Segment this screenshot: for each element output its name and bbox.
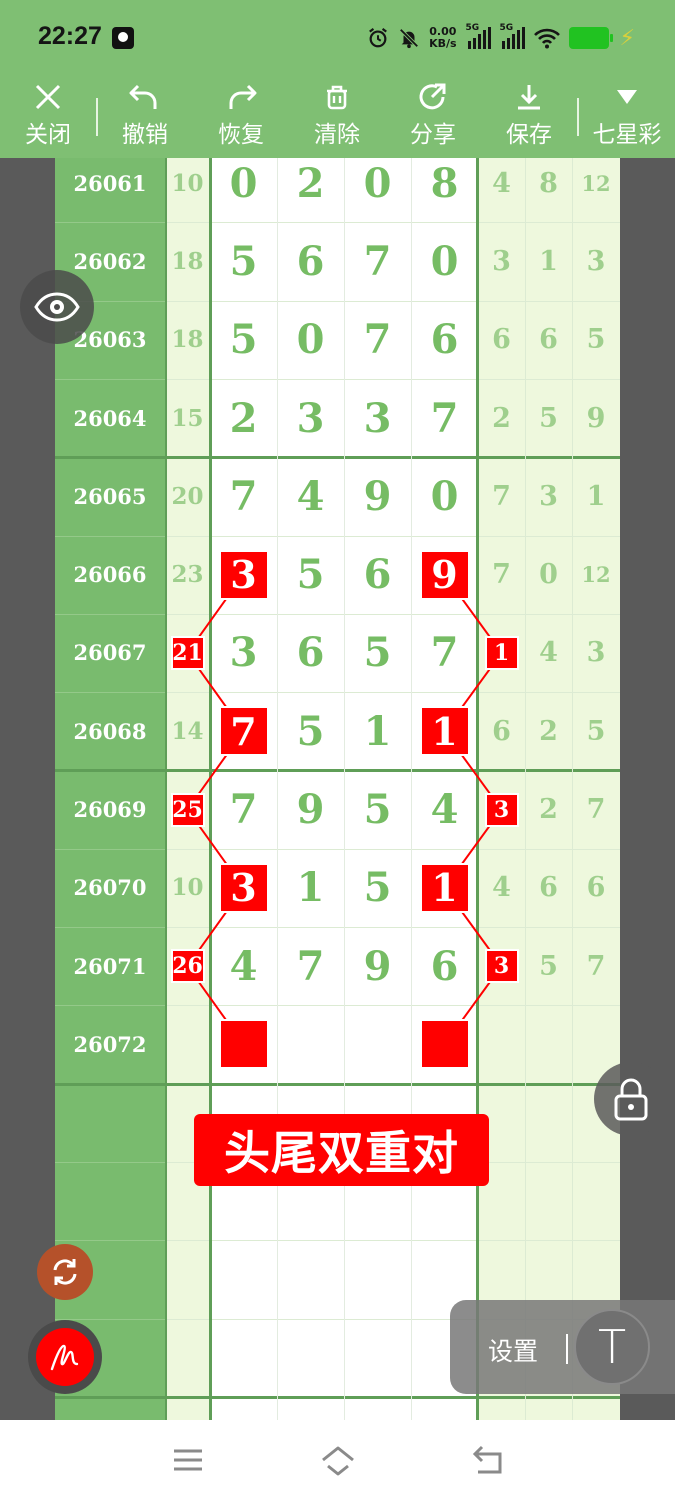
rotate-icon [53, 1259, 77, 1285]
close-button[interactable]: 关闭 [8, 76, 88, 158]
toolbar-divider [96, 98, 98, 136]
undo-button[interactable]: 撤销 [105, 76, 185, 158]
highlight-marker: 3 [484, 949, 519, 984]
highlight-marker: 3 [218, 862, 269, 913]
highlight-marker: 21 [170, 635, 205, 670]
save-button[interactable]: 保存 [489, 76, 569, 158]
toolbar-divider [577, 98, 579, 136]
lock-icon [614, 1078, 648, 1121]
settings-button[interactable]: 设置 [488, 1332, 538, 1368]
battery-icon [568, 27, 613, 49]
pattern-links [186, 574, 503, 1046]
status-icons: 0.00 KB/s 5G 5G ⚡ [367, 20, 635, 56]
toolbar: 关闭 撤销 恢复 清除 分享 保存 七星彩 [0, 76, 675, 158]
triangle-down-icon [617, 90, 637, 104]
lottery-grid[interactable]: 26061 10 0 2 0 8 4 8 12 26062 18 5 6 7 0 3 1 3 26063 18 5 0 7 6… [55, 158, 620, 1420]
highlight-marker: 1 [419, 862, 470, 913]
charging-icon: ⚡ [619, 25, 635, 51]
status-time: 22:27 [38, 22, 102, 50]
back-icon[interactable] [470, 1442, 506, 1478]
sim1-label: 5G [465, 23, 480, 33]
menu-icon[interactable] [170, 1442, 206, 1478]
sim2-label: 5G [499, 23, 514, 33]
undo-label: 撤销 [122, 122, 168, 148]
eye-toggle-button[interactable] [20, 270, 94, 344]
navigation-bar [0, 1420, 675, 1500]
settings-panel: 设置 T [450, 1300, 675, 1394]
highlight-marker: 25 [170, 792, 205, 827]
share-label: 分享 [410, 122, 456, 148]
signal-sim1-icon: 5G [466, 23, 491, 49]
trash-icon [327, 85, 347, 110]
net-speed: 0.00 KB/s [429, 26, 456, 50]
close-icon [35, 84, 61, 110]
highlight-marker: 3 [484, 792, 519, 827]
highlight-marker: 26 [170, 949, 205, 984]
home-icon[interactable] [320, 1442, 356, 1478]
lock-button[interactable] [594, 1062, 668, 1136]
signal-sim2-icon: 5G [500, 23, 525, 49]
pen-color-swatch [36, 1328, 94, 1386]
share-button[interactable]: 分享 [393, 76, 473, 158]
undo-icon [129, 84, 157, 109]
settings-divider [566, 1334, 568, 1364]
highlight-marker: 1 [484, 635, 519, 670]
highlight-marker: 1 [419, 706, 470, 757]
eye-icon [34, 292, 80, 322]
app-notification-icon [112, 27, 134, 49]
alarm-icon [369, 27, 387, 48]
lottery-type-dropdown[interactable]: 七星彩 [584, 76, 670, 158]
share-icon [419, 83, 446, 110]
text-tool-button[interactable]: T [574, 1309, 650, 1385]
lottery-type-label: 七星彩 [592, 122, 662, 148]
clear-button[interactable]: 清除 [297, 76, 377, 158]
net-speed-unit: KB/s [429, 37, 457, 50]
mute-bell-icon [399, 28, 419, 49]
download-icon [518, 85, 540, 110]
redo-label: 恢复 [218, 122, 264, 148]
pattern-label[interactable]: 头尾双重对 [194, 1114, 489, 1186]
highlight-marker: 9 [419, 549, 470, 600]
clear-label: 清除 [314, 122, 360, 148]
highlight-marker: 3 [218, 549, 269, 600]
redo-button[interactable]: 恢复 [201, 76, 281, 158]
rotate-button[interactable] [37, 1244, 93, 1300]
redo-icon [229, 84, 257, 109]
status-bar: 22:27 0.00 KB/s 5G 5G ⚡ [0, 0, 675, 76]
highlight-marker: 7 [218, 706, 269, 757]
close-label: 关闭 [25, 122, 71, 148]
highlight-marker [218, 1019, 269, 1070]
pen-icon [50, 1344, 79, 1371]
pen-button[interactable] [28, 1320, 102, 1394]
wifi-icon [533, 28, 560, 49]
highlight-marker [419, 1019, 470, 1070]
save-label: 保存 [506, 122, 552, 148]
